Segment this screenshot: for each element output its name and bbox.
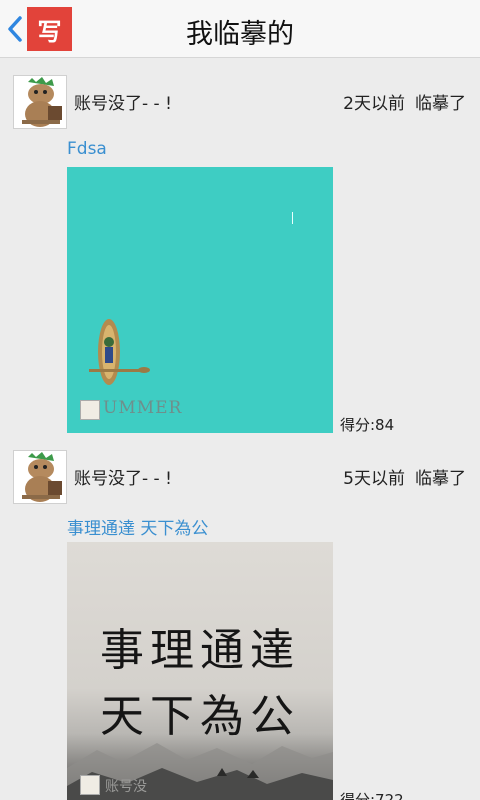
watermark-thumbnail [80,400,100,420]
post-meta: 5天以前 临摹了 [343,464,466,489]
score-label: 得分:84 [340,416,395,434]
feed-post: 账号没了- - ! 2天以前 临摹了 Fdsa UMMER 得分:84 [0,75,480,435]
post-action: 临摹了 [415,469,466,489]
watermark-thumbnail [80,775,100,795]
watermark-text: 账号没 [105,779,147,795]
avatar-illustration-icon [14,76,66,128]
artwork-image[interactable]: UMMER [67,167,333,433]
cursor-mark [292,212,293,224]
page-title: 我临摹的 [186,19,294,50]
calligraphy-line-1: 事理通達 [100,625,300,676]
post-action: 临摹了 [415,94,466,114]
boat-illustration-icon [89,319,150,385]
user-avatar[interactable] [13,75,67,129]
post-time: 2天以前 [343,94,405,114]
avatar-illustration-icon [14,451,66,503]
work-title-link[interactable]: Fdsa [67,139,107,159]
username[interactable]: 账号没了- - ! [74,464,172,489]
username[interactable]: 账号没了- - ! [74,89,172,114]
watermark-text: UMMER [103,398,183,418]
post-time: 5天以前 [343,469,405,489]
score-label: 得分:722 [340,791,404,800]
work-title-link[interactable]: 事理通達 天下為公 [67,514,208,539]
feed-post: 账号没了- - ! 5天以前 临摹了 事理通達 天下為公 事理通達 天下為公 账号… [0,450,480,800]
artwork-image[interactable]: 事理通達 天下為公 账号没 [67,542,333,800]
post-meta: 2天以前 临摹了 [343,89,466,114]
app-header: 写 我临摹的 [0,0,480,58]
user-avatar[interactable] [13,450,67,504]
